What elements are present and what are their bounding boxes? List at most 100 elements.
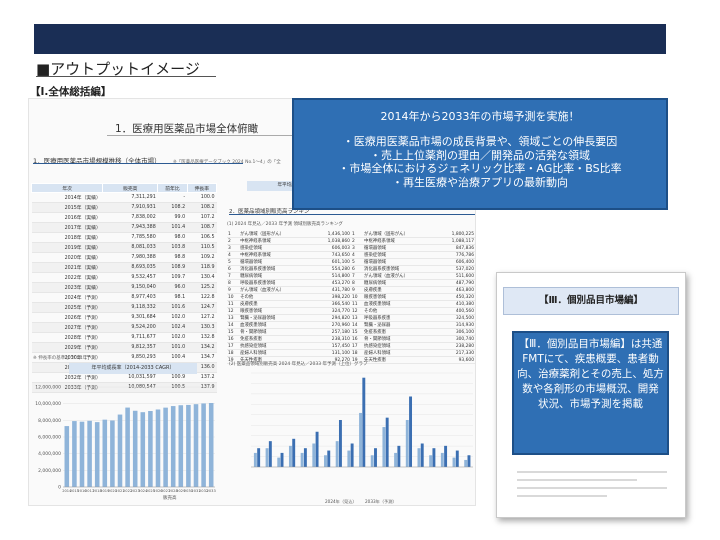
- bar: [79, 421, 85, 487]
- table-row: 2017年（実績） 7,943,388 101.4 108.7: [31, 222, 217, 233]
- ranking-cell: 感染症領域: [363, 251, 437, 259]
- bar: [125, 407, 130, 487]
- table-cell: 102.0: [157, 332, 188, 343]
- y-tick-label: 10,000,000: [35, 401, 61, 407]
- table-cell: 96.0: [157, 282, 188, 293]
- ranking-cell: 7: [227, 272, 240, 280]
- ranking-cell: 3: [227, 244, 240, 252]
- table-cell: 2022年（実績）: [31, 272, 103, 283]
- ranking-cell: 消化器系疾患領域: [363, 265, 437, 273]
- table-cell: 9,850,293: [102, 352, 158, 363]
- table-cell: 134.7: [187, 352, 217, 363]
- ranking-cell: 13: [350, 314, 364, 322]
- bar: [155, 409, 161, 487]
- bar: [292, 438, 296, 467]
- ranking-row: 8 呼吸器系疾患領域 453,270 8 糖尿病領域 487,790: [227, 279, 475, 287]
- ranking-cell: 511,600: [436, 272, 475, 280]
- table-cell: 9,150,040: [102, 282, 158, 293]
- ranking-cell: 324,770: [312, 307, 351, 315]
- callout2-line: 向、治療薬剤とその売上、処方: [517, 367, 664, 380]
- ranking-cell: 2: [227, 237, 240, 245]
- ranking-cell: 743,650: [312, 251, 351, 259]
- bar: [178, 405, 184, 487]
- ranking-row: 6 消化器系疾患領域 554,280 6 消化器系疾患領域 537,020: [227, 265, 475, 273]
- table-cell: 9,301,684: [102, 312, 158, 323]
- ranking-cell: 腎臓・泌尿器: [363, 321, 437, 329]
- table-cell: 132.8: [187, 332, 217, 343]
- table-cell: 2021年（実績）: [31, 262, 103, 273]
- legend-label: 販売高: [163, 494, 177, 501]
- left-chart-title: 年平均成長率（2014-2033 CAGR）: [69, 363, 197, 374]
- ranking-cell: 257,180: [312, 328, 351, 336]
- ranking-cell: 366,540: [312, 300, 351, 308]
- ranking-cell: 14: [350, 321, 364, 329]
- ranking-row: 9 がん領域（血液がん） 431,780 9 皮膚疾患 463,800: [227, 286, 475, 294]
- ranking-cell: 血液疾患領域: [363, 300, 437, 308]
- ranking-cell: 606,003: [312, 244, 351, 252]
- y-tick-label: 12,000,000: [35, 385, 61, 391]
- callout-bullet: ・売上上位薬剤の理由／開発品の活発な領域: [370, 148, 590, 162]
- bar: [72, 421, 77, 487]
- ranking-cell: 847,836: [436, 244, 475, 252]
- table-cell: 2014年（実績）: [31, 192, 103, 203]
- bar: [370, 455, 374, 467]
- table-cell: 107.2: [187, 212, 217, 223]
- ranking-cell: 776,786: [436, 251, 475, 259]
- ranking-cell: 糖尿病領域: [363, 279, 437, 287]
- table-cell: 108.2: [187, 202, 217, 213]
- bar: [455, 450, 459, 467]
- ranking-table: 1 がん領域（固形がん） 1,436,100 1 がん領域（固形がん） 1,800,225…: [227, 231, 475, 364]
- ranking-cell: 1,088,117: [436, 237, 475, 245]
- ranking-cell: 15: [227, 328, 240, 336]
- table-cell: 7,943,388: [102, 222, 158, 233]
- table-cell: 2020年（実績）: [31, 252, 103, 263]
- ranking-cell: 131,100: [312, 349, 351, 357]
- table-cell: 130.4: [187, 272, 217, 283]
- table-cell: 7,311,291: [102, 192, 158, 203]
- ranking-row: 16 免疫系疾患 238,310 16 骨・関節領域 300,740: [227, 335, 475, 343]
- bar: [110, 420, 115, 487]
- ranking-cell: 6: [350, 265, 364, 273]
- table-cell: 2016年（実績）: [31, 212, 103, 223]
- ranking-cell: 453,270: [312, 279, 351, 287]
- table-cell: 7,980,388: [102, 252, 158, 263]
- bar: [253, 452, 257, 467]
- ranking-cell: 皮膚疾患: [363, 286, 437, 294]
- ranking-cell: 11: [350, 300, 364, 308]
- table-row: 2028年（予測） 9,711,677 102.0 132.8: [31, 332, 217, 343]
- ranking-cell: 410,380: [436, 300, 475, 308]
- bar: [452, 457, 456, 467]
- callout-bullet: ・再生医療や治療アプリの最新動向: [392, 176, 568, 189]
- bar: [277, 457, 281, 467]
- ranking-cell: 呼吸器系疾患領域: [239, 279, 313, 287]
- ranking-cell: 93,600: [436, 356, 475, 364]
- bar: [444, 445, 448, 467]
- table-cell: 98.8: [157, 252, 188, 263]
- callout-body: ・医療用医薬品市場の成長背景や、領域ごとの伸長要因 ・売上上位薬剤の理由／開発品…: [294, 135, 666, 190]
- ranking-cell: 4: [227, 251, 240, 259]
- ranking-row: 17 抗感染症領域 157,450 17 抗感染症領域 238,280: [227, 342, 475, 350]
- ranking-cell: 431,780: [312, 286, 351, 294]
- ranking-cell: 15: [350, 328, 364, 336]
- table-cell: 130.3: [187, 322, 217, 333]
- ranking-cell: 300,740: [436, 335, 475, 343]
- ranking-cell: 601,100: [312, 258, 351, 266]
- table-cell: 2027年（予測）: [31, 322, 103, 333]
- bar: [303, 448, 307, 467]
- table-row: 2025年（予測） 9,118,332 101.6 124.7: [31, 302, 217, 313]
- ranking-cell: 514,800: [312, 272, 351, 280]
- ranking-cell: 消化器系疾患領域: [239, 265, 313, 273]
- bar: [163, 407, 168, 487]
- table-cell: 98.0: [157, 232, 188, 243]
- table-cell: 2029年（予測）: [31, 342, 103, 353]
- table-row: 2021年（実績） 8,693,035 108.9 118.9: [31, 262, 217, 273]
- bar: [265, 448, 269, 467]
- table-cell: 2023年（実績）: [31, 282, 103, 293]
- callout2-line: 状況、市場予測を掲載: [538, 397, 643, 410]
- market-size-chart: 0 2,000,000 4,000,000 6,000,000 8,000,000 10,…: [35, 385, 216, 502]
- heading-underline: [36, 76, 216, 77]
- table-footnote: ※ 伸長率の基準は 2014年: [33, 356, 88, 361]
- bar: [94, 422, 100, 487]
- ranking-cell: 腎臓・泌尿器領域: [239, 314, 313, 322]
- ranking-cell: 眼疾患領域: [239, 307, 313, 315]
